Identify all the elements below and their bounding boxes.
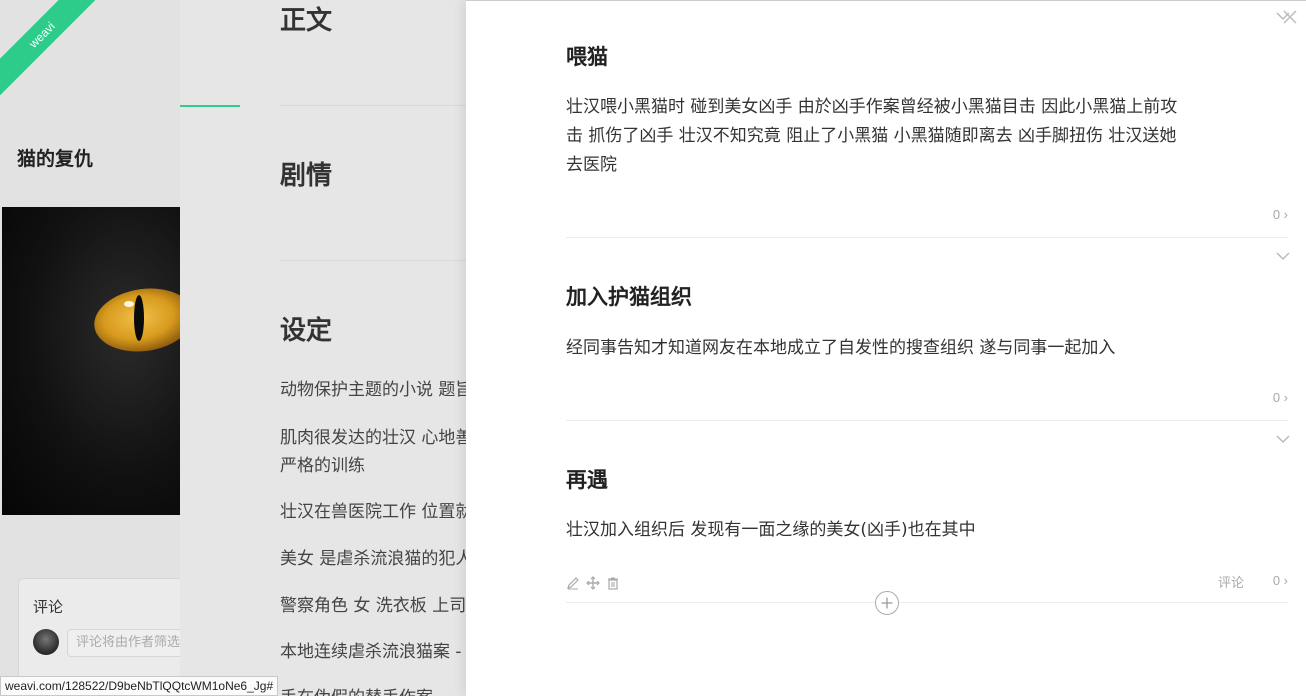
chapter-panel: 喂猫 壮汉喂小黑猫时 碰到美女凶手 由於凶手作案曾经被小黑猫目击 因此小黑猫上前… [466,0,1306,696]
settings-line: 壮汉在兽医院工作 位置就 [280,502,468,522]
chapter-card: 加入护猫组织 [566,281,1288,311]
chapter-body: 壮汉加入组织后 发现有一面之缘的美女(凶手)也在其中 [566,516,1206,545]
comment-count[interactable]: 0 › [1273,207,1288,222]
chapter-body-line: 壮汉喂小黑猫时 碰到美女凶手 由於凶手作案曾经被小黑猫目击 因此小黑猫上前攻 [566,97,1178,117]
heading-main-text: 正文 [280,6,333,36]
chapter-tools [566,576,620,590]
chapter-card: 再遇 [566,464,1288,494]
divider [280,105,468,106]
comment-title: 评论 [33,598,64,616]
divider [566,602,1288,603]
chevron-down-icon[interactable] [1276,11,1290,21]
chevron-down-icon[interactable] [1276,251,1290,261]
heading-plot: 剧情 [280,161,333,191]
chapter-body-line: 经同事告知才知道网友在本地成立了自发性的搜查组织 遂与同事一起加入 [566,338,1116,358]
active-indicator [180,105,240,107]
chapter-body: 经同事告知才知道网友在本地成立了自发性的搜查组织 遂与同事一起加入 [566,334,1206,363]
chapter-title: 喂猫 [566,45,608,69]
divider [566,237,1288,238]
settings-line: 严格的训练 [280,456,365,476]
comment-count[interactable]: 0 › [1273,390,1288,405]
comment-box: 评论 评论将由作者筛选 [18,578,180,688]
cat-eye-glint [124,301,134,307]
chapter-card: 喂猫 [566,41,1288,71]
chapter-title: 加入护猫组织 [566,285,692,309]
cover-image [2,207,180,515]
add-chapter-button[interactable] [875,591,899,615]
trash-icon[interactable] [606,576,620,590]
left-sidebar: weavi 猫的复仇 评论 评论将由作者筛选 [0,0,180,696]
middle-content: 正文 剧情 设定 动物保护主题的小说 题旨 肌肉很发达的壮汉 心地善 严格的训练… [180,0,468,696]
url-status-bar: weavi.com/128522/D9beNbTlQQtcWM1oNe6_Jg# [0,676,279,696]
edit-icon[interactable] [566,576,580,590]
divider [280,260,468,261]
move-icon[interactable] [586,576,600,590]
settings-line: 美女 是虐杀流浪猫的犯人 [280,549,468,569]
chapter-body-line: 壮汉加入组织后 发现有一面之缘的美女(凶手)也在其中 [566,520,976,540]
chevron-down-icon[interactable] [1276,434,1290,444]
ribbon: weavi [0,0,110,110]
heading-settings: 设定 [280,316,333,346]
settings-line: 手在伪假的替手作案 [280,684,468,696]
ribbon-label: weavi [0,0,108,101]
chapter-body-line: 去医院 [566,155,617,175]
chapter-body-line: 击 抓伤了凶手 壮汉不知究竟 阻止了小黑猫 小黑猫随即离去 凶手脚扭伤 壮汉送她 [566,126,1177,146]
settings-line: 肌肉很发达的壮汉 心地善 [280,428,468,448]
comment-count[interactable]: 0 › [1273,573,1288,588]
cat-pupil [134,295,144,341]
settings-line: 警察角色 女 洗衣板 上司 [280,596,467,616]
settings-line: 动物保护主题的小说 题旨 [280,380,468,400]
divider [566,420,1288,421]
chapter-body: 壮汉喂小黑猫时 碰到美女凶手 由於凶手作案曾经被小黑猫目击 因此小黑猫上前攻 击… [566,93,1206,180]
comment-link[interactable]: 评论 [1218,572,1244,591]
settings-line: 本地连续虐杀流浪猫案 - [280,642,462,662]
chapter-title: 再遇 [566,468,608,492]
story-title: 猫的复仇 [17,148,94,170]
comment-input[interactable]: 评论将由作者筛选 [67,629,180,657]
avatar [33,629,59,655]
